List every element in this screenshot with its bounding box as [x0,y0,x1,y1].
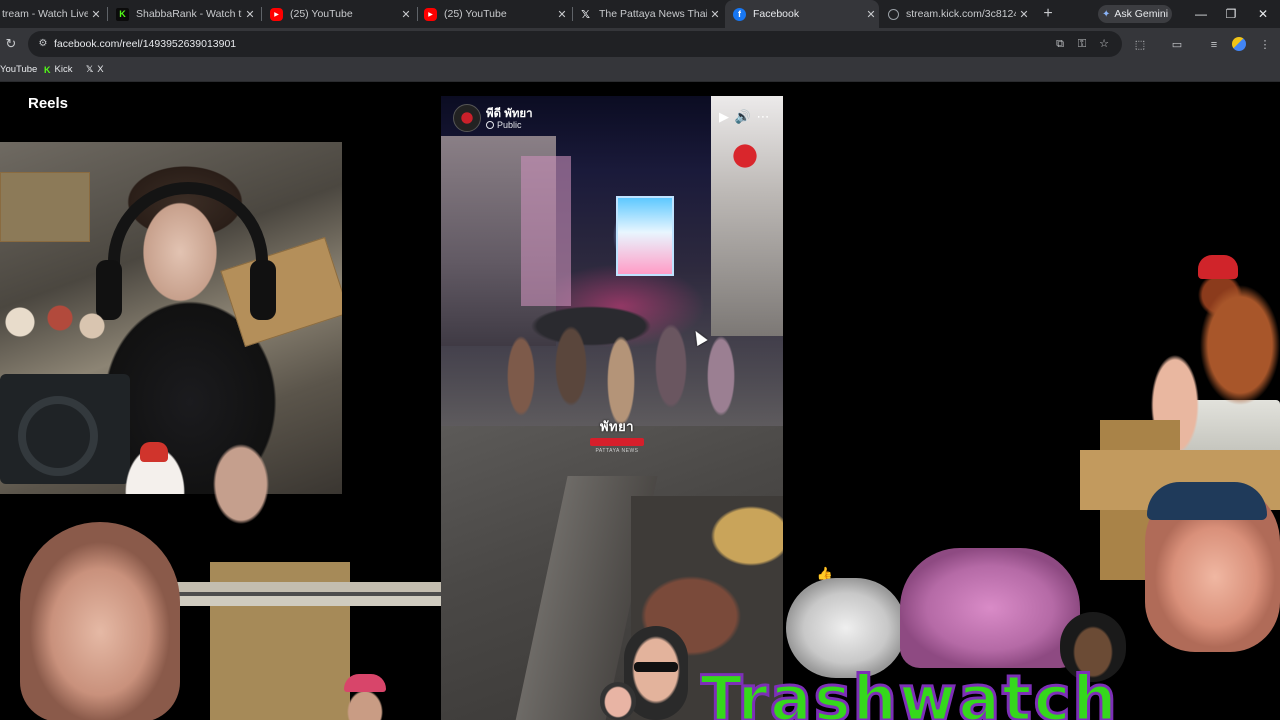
trashwatch-banner: Trashwatch [700,668,1220,720]
close-tab-icon[interactable]: ✕ [554,8,570,21]
speaker [0,374,130,484]
tab-separator [417,7,418,21]
video-building [521,156,571,306]
privacy-label: Public [497,120,522,130]
video-billboard [616,196,674,276]
gemini-sparkle-icon: ✦ [1101,8,1111,20]
old-man-sticker [206,438,276,534]
headphone-cup [250,260,276,320]
smiling-man-overlay [1145,482,1280,652]
white-trash-bag [786,578,906,678]
tab-separator [107,7,108,21]
tab-title: (25) YouTube [444,8,507,20]
page-title: Reels [28,95,69,112]
minimize-window-icon[interactable]: — [1186,4,1216,24]
bookmark-youtube[interactable]: YouTube [0,64,37,75]
browser-tab-4[interactable]: ▶ (25) YouTube ✕ [420,0,570,28]
reel-video[interactable]: พัทยา PATTAYA NEWS [441,96,783,720]
watermark-bar [590,438,644,446]
install-app-icon[interactable]: ⧉ [1052,36,1068,52]
side-panel-icon[interactable]: ▭ [1168,36,1186,54]
junk-pile-overlay [150,562,450,720]
x-icon: 𝕏 [86,64,94,74]
globe-icon [486,121,494,129]
video-watermark: พัทยา PATTAYA NEWS [587,416,647,454]
volume-icon[interactable]: 🔊 [734,108,752,126]
reload-icon[interactable]: ↻ [3,36,19,52]
profile-avatar[interactable] [1232,37,1246,51]
watermark-text: พัทยา [599,419,635,434]
close-tab-icon[interactable]: ✕ [398,8,414,21]
bookmark-kick[interactable]: K Kick [44,64,72,75]
menu-kebab-icon[interactable]: ⋮ [1256,36,1274,54]
youtube-icon: ▶ [270,7,283,21]
bookmark-label: X [97,64,104,75]
kick-icon: K [116,7,129,21]
browser-toolbar: ↻ ⚙ facebook.com/reel/1493952639013901 ⧉… [0,28,1280,60]
facebook-icon: f [733,7,746,21]
more-icon[interactable]: ⋯ [754,108,772,126]
pink-trash-bag [900,548,1080,668]
globe-icon [888,8,899,20]
reel-header: พีดี พัทยา Public ▶ 🔊 ⋯ [441,96,783,140]
bookmark-x[interactable]: 𝕏 X [86,64,104,75]
address-bar[interactable]: ⚙ facebook.com/reel/1493952639013901 ⧉ ⚿… [28,31,1122,57]
tab-title: ShabbaRank - Watch the VO [136,8,242,20]
close-tab-icon[interactable]: ✕ [863,8,879,21]
video-sign [725,136,765,176]
url-text[interactable]: facebook.com/reel/1493952639013901 [54,38,236,50]
ask-gemini-button[interactable]: ✦ Ask Gemini [1098,5,1172,23]
streamer-webcam-overlay [0,142,342,494]
bookmarks-bar: YouTube K Kick 𝕏 X [0,60,1280,82]
bookmark-star-icon[interactable]: ☆ [1096,36,1112,52]
tab-title: (25) YouTube [290,8,353,20]
close-tab-icon[interactable]: ✕ [88,8,104,21]
new-tab-button[interactable]: + [1038,4,1058,24]
tab-separator [261,7,262,21]
browser-tab-2[interactable]: K ShabbaRank - Watch the VO ✕ [110,0,258,28]
close-window-icon[interactable]: ✕ [1248,4,1278,24]
kick-icon: K [44,64,51,75]
play-icon[interactable]: ▶ [715,108,733,126]
plush-toys [0,292,110,362]
cardboard-box [0,172,90,242]
bookmark-label: YouTube [0,64,38,75]
tab-title: The Pattaya News Thailand [599,8,707,20]
close-tab-icon[interactable]: ✕ [1016,8,1032,21]
tab-title: Facebook [753,8,800,20]
tab-strip: tream - Watch Live on ✕ K ShabbaRank - W… [0,0,1280,28]
rooster-comb [1198,255,1238,279]
cap-man-sticker [340,674,390,720]
browser-tab-5[interactable]: 𝕏 The Pattaya News Thailand ✕ [575,0,723,28]
bald-man-overlay [20,522,180,720]
close-tab-icon[interactable]: ✕ [707,8,723,21]
bookmark-label: Kick [54,64,73,75]
watermark-subtext: PATTAYA NEWS [595,448,639,454]
browser-tab-7[interactable]: stream.kick.com/3c81249a5 ✕ [882,0,1032,28]
ask-gemini-label: Ask Gemini [1114,8,1169,20]
browser-tab-6[interactable]: f Facebook ✕ [725,0,879,28]
privacy-indicator: Public [486,120,522,130]
tab-separator [572,7,573,21]
password-key-icon[interactable]: ⚿ [1074,36,1090,52]
waving-man-sticker [600,682,636,720]
rooster-comb [140,442,168,462]
restore-window-icon[interactable]: ❐ [1216,4,1246,24]
reading-list-icon[interactable]: ≡ [1205,36,1223,54]
author-avatar[interactable] [453,104,481,132]
close-tab-icon[interactable]: ✕ [242,8,258,21]
banner-text: Trashwatch [700,668,1119,720]
headphones [108,182,268,302]
tab-title: stream.kick.com/3c81249a5 [906,8,1016,20]
browser-tab-1[interactable]: tream - Watch Live on ✕ [0,0,104,28]
x-icon: 𝕏 [581,8,590,21]
extensions-icon[interactable]: ⬚ [1131,36,1149,54]
youtube-icon: ▶ [424,7,437,21]
tab-title: tream - Watch Live on [2,8,88,20]
browser-tab-3[interactable]: ▶ (25) YouTube ✕ [264,0,414,28]
site-info-icon[interactable]: ⚙ [36,37,50,51]
